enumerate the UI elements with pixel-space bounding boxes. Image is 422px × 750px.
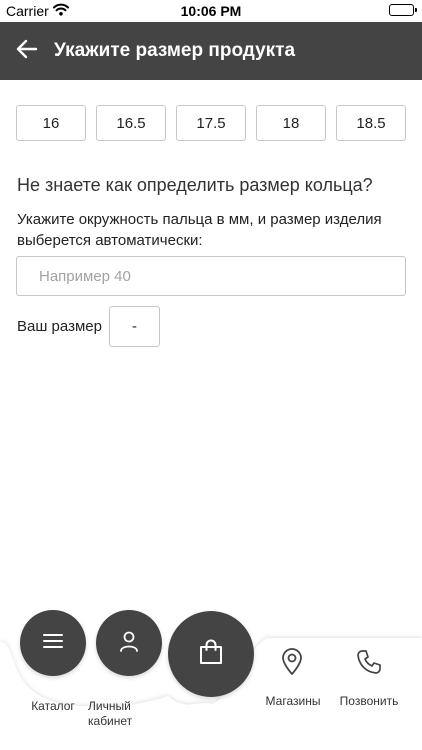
size-options: 16 16.5 17.5 18 18.5	[16, 105, 406, 141]
status-bar: Carrier 10:06 PM	[0, 0, 422, 22]
circumference-input[interactable]	[16, 256, 406, 296]
battery-icon	[389, 4, 417, 16]
call-label[interactable]: Позвонить	[334, 694, 404, 709]
account-label[interactable]: Личный кабинет	[88, 699, 144, 729]
app-header: Укажите размер продукта	[0, 22, 422, 80]
call-button[interactable]	[346, 646, 392, 680]
help-text: Укажите окружность пальца в мм, и размер…	[17, 211, 382, 249]
catalog-label[interactable]: Каталог	[21, 699, 85, 714]
bottom-navigation: Каталог Личный кабинет Магазины Позвонит…	[0, 600, 422, 750]
arrow-left-icon	[16, 39, 38, 64]
user-icon	[119, 630, 139, 657]
size-option[interactable]: 16.5	[96, 105, 166, 141]
stores-button[interactable]	[270, 646, 316, 680]
size-option[interactable]: 18	[256, 105, 326, 141]
account-button[interactable]	[96, 610, 162, 676]
your-size-value: -	[109, 306, 160, 347]
cart-button[interactable]	[168, 611, 254, 697]
shopping-bag-icon	[198, 638, 224, 671]
phone-icon	[356, 649, 382, 680]
location-pin-icon	[280, 648, 304, 681]
size-option[interactable]: 17.5	[176, 105, 246, 141]
back-button[interactable]	[10, 34, 44, 68]
stores-label[interactable]: Магазины	[258, 694, 328, 709]
help-title: Не знаете как определить размер кольца?	[17, 175, 373, 195]
menu-icon	[42, 632, 64, 655]
catalog-button[interactable]	[20, 610, 86, 676]
page-title: Укажите размер продукта	[54, 40, 296, 61]
size-option[interactable]: 18.5	[336, 105, 406, 141]
status-time: 10:06 PM	[180, 3, 242, 19]
your-size-label: Ваш размер	[17, 318, 102, 335]
size-option[interactable]: 16	[16, 105, 86, 141]
